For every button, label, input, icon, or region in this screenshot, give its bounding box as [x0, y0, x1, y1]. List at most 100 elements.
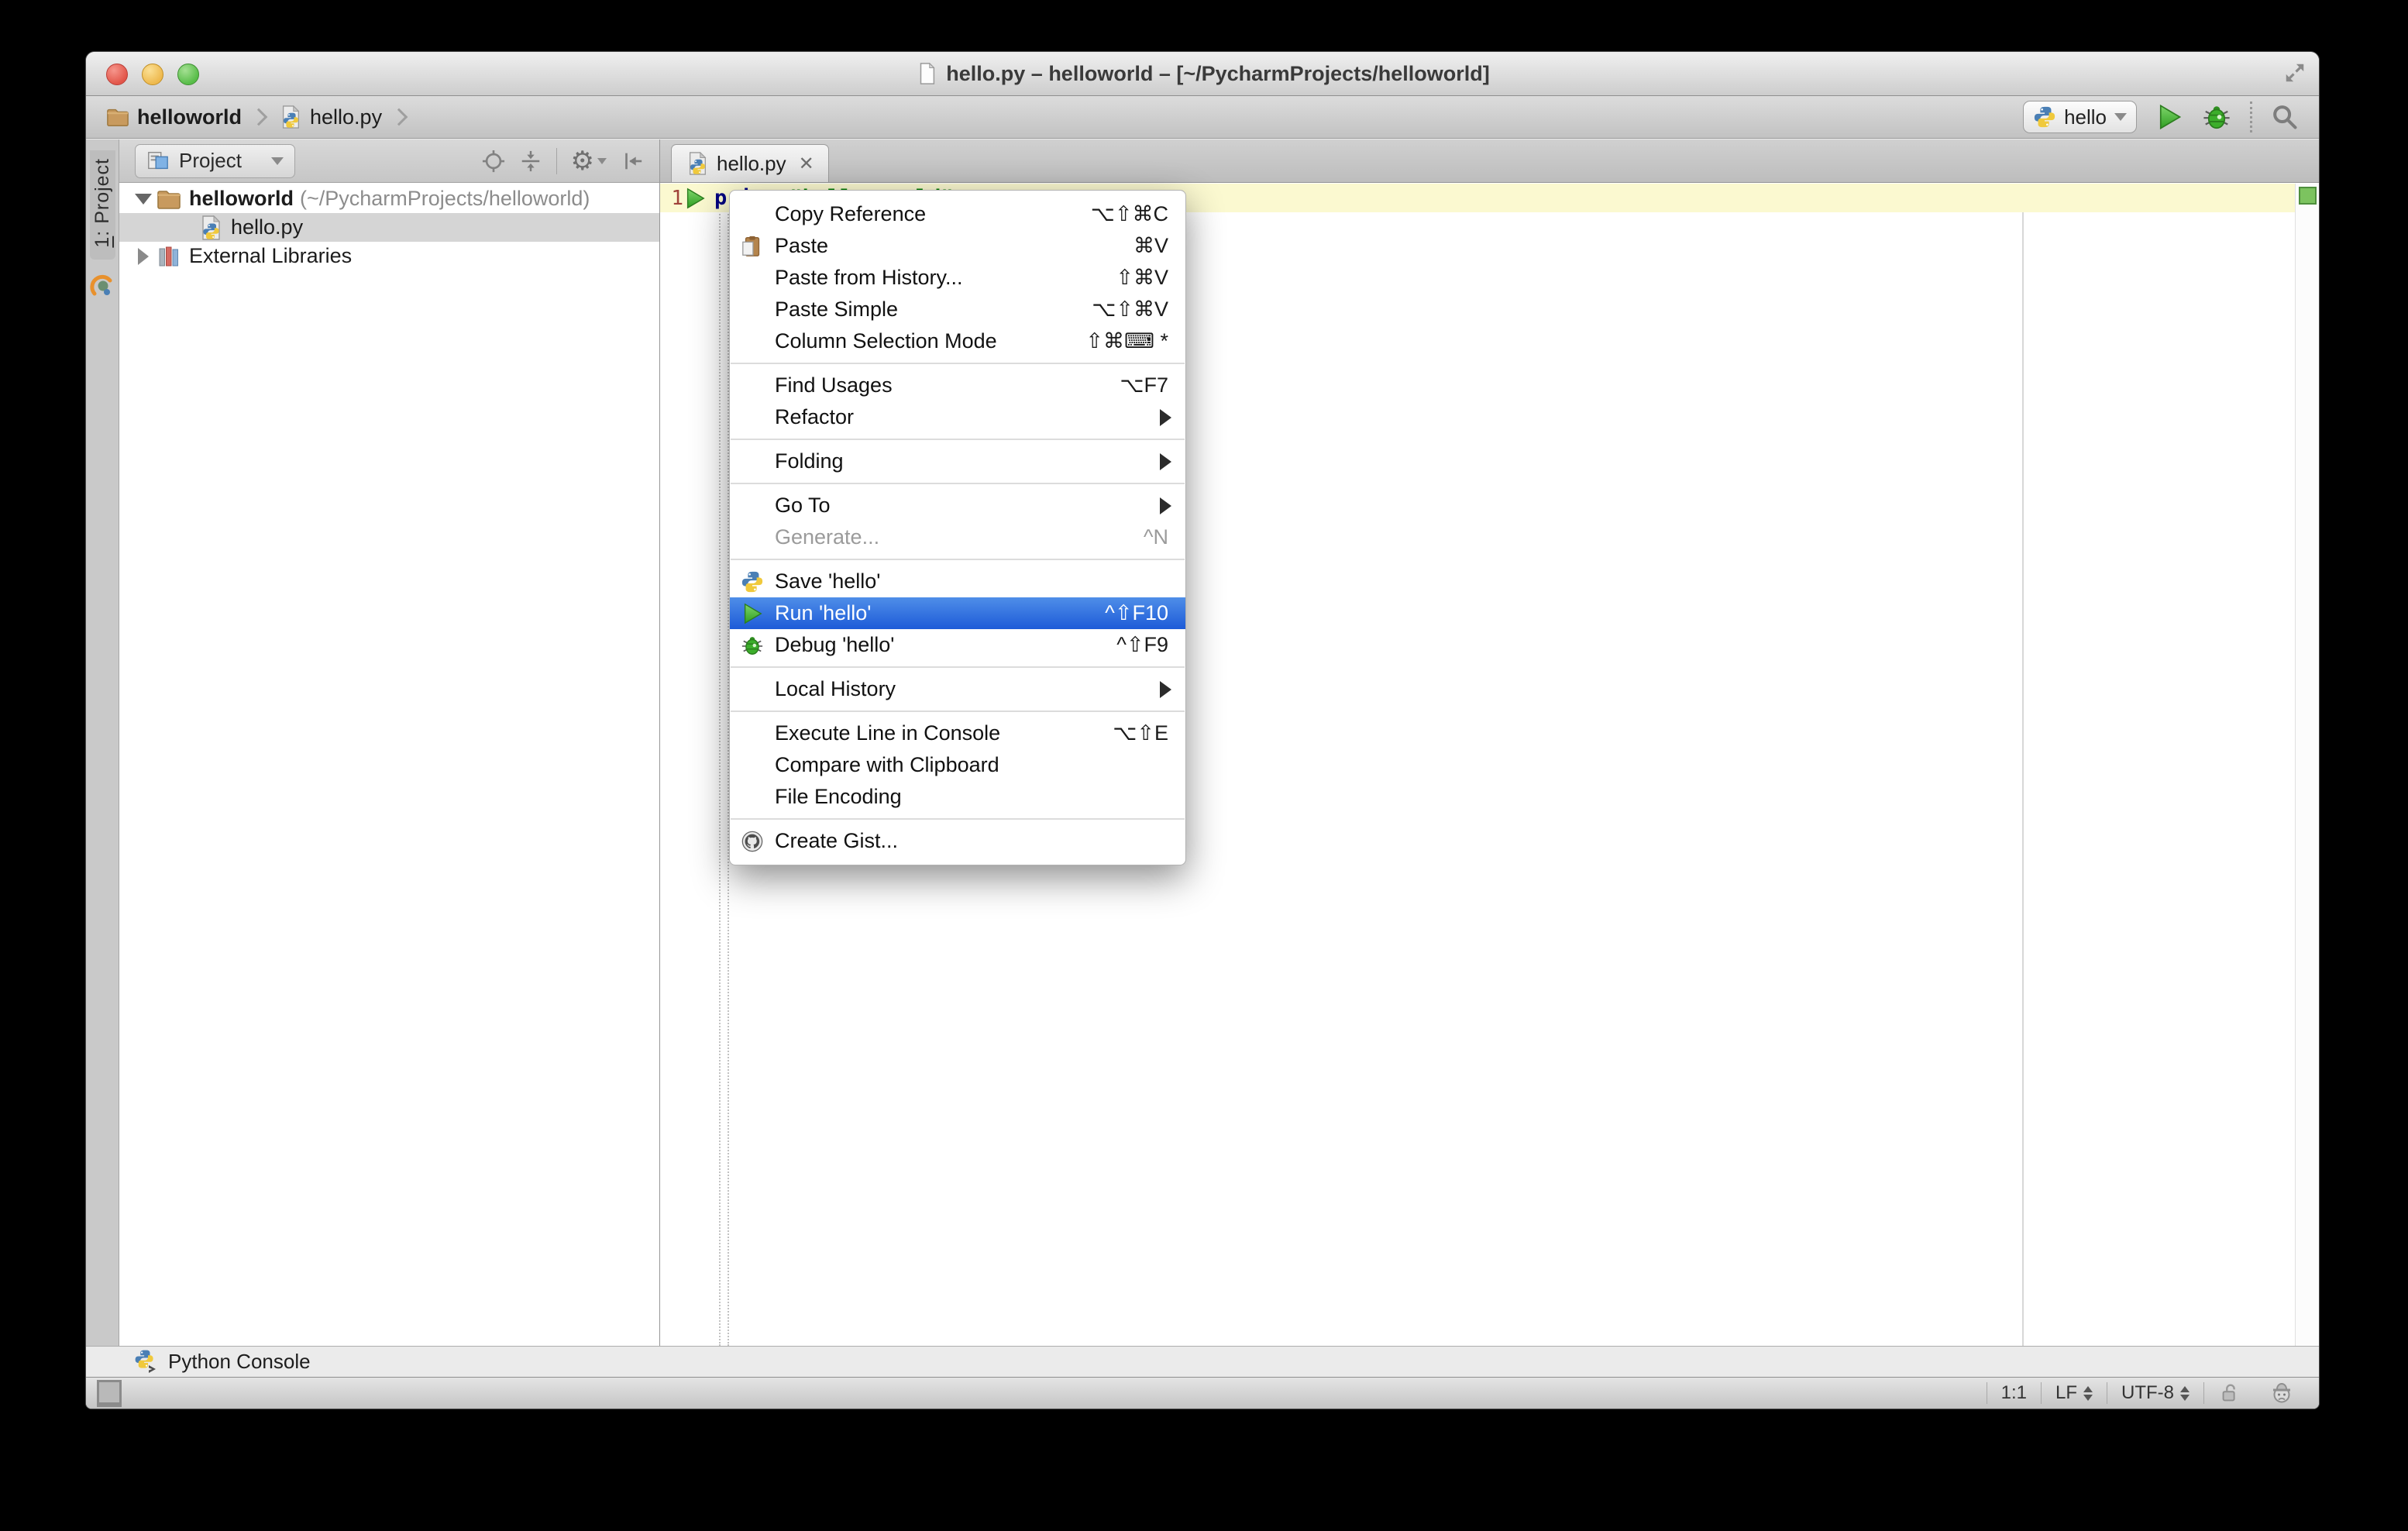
menu-item-copy-reference[interactable]: Copy Reference ⌥⇧⌘C: [730, 198, 1185, 230]
project-view-select[interactable]: Project: [135, 143, 295, 178]
menu-item-execute-line-in-console[interactable]: Execute Line in Console ⌥⇧E: [730, 717, 1185, 749]
menu-item-label: Debug 'hello': [775, 633, 895, 656]
toggle-tool-buttons-icon[interactable]: [97, 1379, 122, 1407]
run-line-gutter-icon[interactable]: [683, 187, 707, 210]
menu-item-label: Paste from History...: [775, 266, 963, 289]
gear-icon: ⚙: [570, 146, 594, 176]
menu-item-shortcut: ⌥⇧⌘C: [1090, 202, 1168, 225]
menu-item-run-hello[interactable]: Run 'hello' ^⇧F10: [730, 597, 1185, 629]
toolbar-right: hello: [2023, 101, 2299, 133]
stepper-icon: [2083, 1385, 2093, 1401]
menu-item-icon-slot: [730, 235, 775, 258]
inspection-scrollbar-strip[interactable]: [2295, 184, 2319, 1346]
menu-item-icon-slot: [730, 830, 775, 853]
menu-item-label: Paste Simple: [775, 298, 899, 321]
menu-item-compare-with-clipboard[interactable]: Compare with Clipboard: [730, 749, 1185, 781]
chevron-down-icon: [270, 157, 284, 165]
settings-button[interactable]: ⚙: [571, 148, 607, 174]
run-configuration-select[interactable]: hello: [2023, 101, 2137, 133]
menu-item-label: Local History: [775, 677, 896, 700]
tree-row-helloworld[interactable]: helloworld (~/PycharmProjects/helloworld): [119, 184, 659, 213]
breadcrumb: helloworld hello.py: [106, 105, 413, 129]
debug-button[interactable]: [2202, 102, 2231, 132]
fullscreen-icon[interactable]: [2283, 61, 2307, 84]
tree-expand-icon[interactable]: [130, 247, 157, 265]
debug-icon: [741, 634, 764, 657]
github-icon: [741, 830, 764, 853]
menu-item-shortcut: ^N: [1143, 525, 1168, 549]
menu-item-save-hello[interactable]: Save 'hello': [730, 566, 1185, 597]
submenu-arrow-icon: [1160, 408, 1185, 426]
tree-node-label: helloworld: [189, 187, 294, 210]
menu-item-shortcut: ^⇧F10: [1105, 601, 1168, 624]
hide-panel-button[interactable]: [621, 150, 644, 173]
status-bar-widgets: 1:1 LF UTF-8: [1986, 1381, 2308, 1405]
editor-tab-hello-py[interactable]: hello.py ✕: [671, 144, 829, 182]
window-title-group: hello.py – helloworld – [~/PycharmProjec…: [86, 52, 2319, 95]
menu-item-label: File Encoding: [775, 785, 902, 808]
project-view-icon: [146, 150, 170, 173]
menu-item-paste-simple[interactable]: Paste Simple ⌥⇧⌘V: [730, 294, 1185, 325]
menu-item-paste[interactable]: Paste ⌘V: [730, 230, 1185, 262]
menu-item-label: Create Gist...: [775, 829, 899, 852]
breadcrumb-item-hello-py[interactable]: hello.py: [279, 105, 382, 129]
unlock-icon[interactable]: [2204, 1381, 2255, 1405]
menu-item-label: Go To: [775, 494, 831, 517]
tool-window-tab-project[interactable]: 1: Project: [89, 150, 115, 260]
menu-item-label: Find Usages: [775, 373, 893, 397]
editor-tab-label: hello.py: [717, 151, 786, 175]
menu-item-label: Run 'hello': [775, 601, 872, 624]
menu-item-find-usages[interactable]: Find Usages ⌥F7: [730, 370, 1185, 401]
inspection-status-marker[interactable]: [2299, 187, 2317, 205]
menu-separator: [731, 439, 1185, 440]
editor-tab-bar: hello.py ✕: [660, 139, 2319, 183]
menu-item-create-gist[interactable]: Create Gist...: [730, 825, 1185, 857]
menu-item-shortcut: ^⇧F9: [1116, 633, 1168, 656]
run-button[interactable]: [2155, 103, 2183, 131]
collapse-all-button[interactable]: [519, 150, 542, 173]
breadcrumb-item-helloworld[interactable]: helloworld: [106, 105, 242, 129]
line-separator-widget[interactable]: LF: [2042, 1382, 2107, 1404]
menu-item-shortcut: ⌥⇧E: [1113, 721, 1168, 745]
submenu-arrow-icon: [1160, 452, 1185, 470]
project-panel-toolbar: ⚙: [482, 147, 644, 174]
menu-item-icon-slot: [730, 570, 775, 593]
menu-item-label: Copy Reference: [775, 202, 927, 225]
pycharm-logo-icon[interactable]: [90, 274, 115, 298]
tree-collapse-icon[interactable]: [130, 193, 157, 205]
menu-item-shortcut: ⌘V: [1133, 234, 1168, 257]
menu-item-go-to[interactable]: Go To: [730, 490, 1185, 521]
close-tab-icon[interactable]: ✕: [799, 153, 814, 175]
project-tree: helloworld (~/PycharmProjects/helloworld)…: [119, 183, 659, 270]
menu-separator: [731, 483, 1185, 484]
menu-separator: [731, 559, 1185, 560]
run-icon: [741, 602, 764, 625]
menu-item-shortcut: ⌥F7: [1120, 373, 1168, 397]
stepper-icon: [2180, 1385, 2190, 1401]
folder-icon: [157, 187, 181, 212]
tree-row-external-libraries[interactable]: External Libraries: [119, 242, 659, 270]
menu-item-file-encoding[interactable]: File Encoding: [730, 781, 1185, 813]
menu-item-label: Execute Line in Console: [775, 721, 1001, 745]
tree-node-label: hello.py: [231, 215, 304, 239]
menu-item-refactor[interactable]: Refactor: [730, 401, 1185, 433]
caret-position-widget[interactable]: 1:1: [1987, 1382, 2041, 1404]
menu-item-column-selection-mode[interactable]: Column Selection Mode ⇧⌘⌨ *: [730, 325, 1185, 357]
search-everywhere-button[interactable]: [2271, 103, 2299, 131]
breadcrumb-label: helloworld: [137, 105, 242, 129]
tree-row-hello-py[interactable]: hello.py: [119, 213, 659, 242]
inspector-profile-icon[interactable]: [2255, 1381, 2308, 1405]
pycharm-window: hello.py – helloworld – [~/PycharmProjec…: [85, 51, 2320, 1409]
python-icon: [741, 570, 764, 593]
menu-item-icon-slot: [730, 602, 775, 625]
encoding-widget[interactable]: UTF-8: [2107, 1382, 2203, 1404]
menu-item-folding[interactable]: Folding: [730, 446, 1185, 477]
python-console-button[interactable]: Python Console: [168, 1350, 311, 1374]
menu-item-debug-hello[interactable]: Debug 'hello' ^⇧F9: [730, 629, 1185, 661]
menu-item-local-history[interactable]: Local History: [730, 673, 1185, 705]
locate-button[interactable]: [482, 150, 505, 173]
menu-item-label: Save 'hello': [775, 569, 881, 593]
status-bar: 1:1 LF UTF-8: [86, 1377, 2319, 1409]
menu-item-paste-from-history[interactable]: Paste from History... ⇧⌘V: [730, 262, 1185, 294]
tool-window-tab-label: 1: Project: [91, 158, 113, 248]
